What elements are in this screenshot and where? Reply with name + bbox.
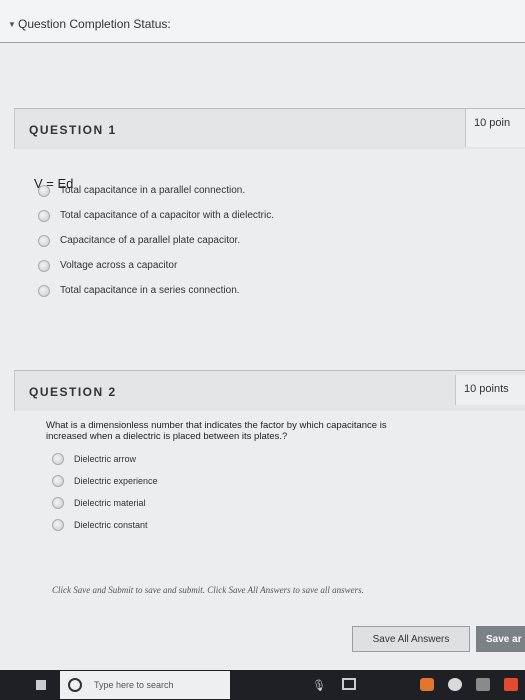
- answer-label: Dielectric material: [74, 498, 146, 508]
- mic-icon[interactable]: 🎙: [312, 679, 326, 692]
- question-2-title: QUESTION 2: [29, 385, 117, 399]
- save-and-submit-button[interactable]: Save ar: [476, 626, 525, 652]
- question-1: QUESTION 1 10 poin V = Ed Total capacita…: [0, 108, 525, 363]
- question-1-points: 10 poin: [465, 109, 525, 147]
- cortana-icon: [68, 678, 82, 692]
- radio-button[interactable]: [38, 184, 50, 197]
- task-view-icon[interactable]: [342, 678, 356, 690]
- taskbar-search-input[interactable]: Type here to search: [60, 671, 230, 699]
- question-2-prompt-line-2: increased when a dielectric is placed be…: [46, 431, 288, 442]
- answer-label: Dielectric arrow: [74, 454, 137, 464]
- radio-button[interactable]: [38, 209, 50, 222]
- answer-option[interactable]: Dielectric experience: [52, 470, 158, 492]
- answer-label: Dielectric constant: [74, 520, 148, 530]
- answer-option[interactable]: Voltage across a capacitor: [38, 253, 274, 278]
- windows-icon[interactable]: [36, 680, 46, 690]
- radio-button[interactable]: [52, 475, 64, 487]
- answer-label: Capacitance of a parallel plate capacito…: [60, 235, 241, 246]
- question-2-prompt: What is a dimensionless number that indi…: [46, 420, 387, 442]
- answer-option[interactable]: Dielectric arrow: [52, 448, 158, 470]
- pinned-apps: [420, 678, 518, 691]
- answer-label: Voltage across a capacitor: [60, 260, 178, 271]
- answer-label: Total capacitance in a parallel connecti…: [60, 185, 246, 196]
- question-1-title: QUESTION 1: [29, 123, 117, 137]
- save-all-answers-button[interactable]: Save All Answers: [352, 626, 470, 652]
- radio-button[interactable]: [52, 519, 64, 531]
- status-label: Question Completion Status:: [18, 17, 171, 31]
- question-1-header: QUESTION 1 10 poin: [14, 108, 525, 149]
- answer-label: Total capacitance of a capacitor with a …: [60, 210, 274, 221]
- answer-option[interactable]: Dielectric material: [52, 492, 158, 514]
- answer-option[interactable]: Total capacitance in a series connection…: [38, 278, 274, 303]
- question-1-options: Total capacitance in a parallel connecti…: [38, 178, 274, 303]
- answer-option[interactable]: Total capacitance of a capacitor with a …: [38, 203, 274, 228]
- app-icon-1[interactable]: [420, 678, 434, 691]
- radio-button[interactable]: [38, 259, 50, 272]
- answer-label: Total capacitance in a series connection…: [60, 285, 240, 296]
- question-2-prompt-line-1: What is a dimensionless number that indi…: [46, 420, 387, 431]
- question-2: QUESTION 2 10 points What is a dimension…: [0, 370, 525, 635]
- question-2-header: QUESTION 2 10 points: [14, 370, 525, 411]
- radio-button[interactable]: [52, 497, 64, 509]
- answer-option[interactable]: Capacitance of a parallel plate capacito…: [38, 228, 274, 253]
- chevron-down-icon[interactable]: ▼: [8, 20, 16, 29]
- search-placeholder: Type here to search: [94, 680, 174, 690]
- assessment-page: ▼ Question Completion Status: QUESTION 1…: [0, 0, 525, 670]
- question-2-points: 10 points: [455, 375, 525, 405]
- radio-button[interactable]: [38, 234, 50, 247]
- question-2-options: Dielectric arrow Dielectric experience D…: [52, 448, 158, 536]
- radio-button[interactable]: [52, 453, 64, 465]
- question-completion-status[interactable]: ▼ Question Completion Status:: [0, 0, 525, 43]
- app-icon-3[interactable]: [476, 678, 490, 691]
- app-icon-4[interactable]: [504, 678, 518, 691]
- taskbar: Type here to search 🎙: [0, 670, 525, 700]
- app-icon-2[interactable]: [448, 678, 462, 691]
- answer-option[interactable]: Dielectric constant: [52, 514, 158, 536]
- submit-instructions: Click Save and Submit to save and submit…: [52, 585, 364, 595]
- answer-option[interactable]: Total capacitance in a parallel connecti…: [38, 178, 274, 203]
- answer-label: Dielectric experience: [74, 476, 158, 486]
- radio-button[interactable]: [38, 284, 50, 297]
